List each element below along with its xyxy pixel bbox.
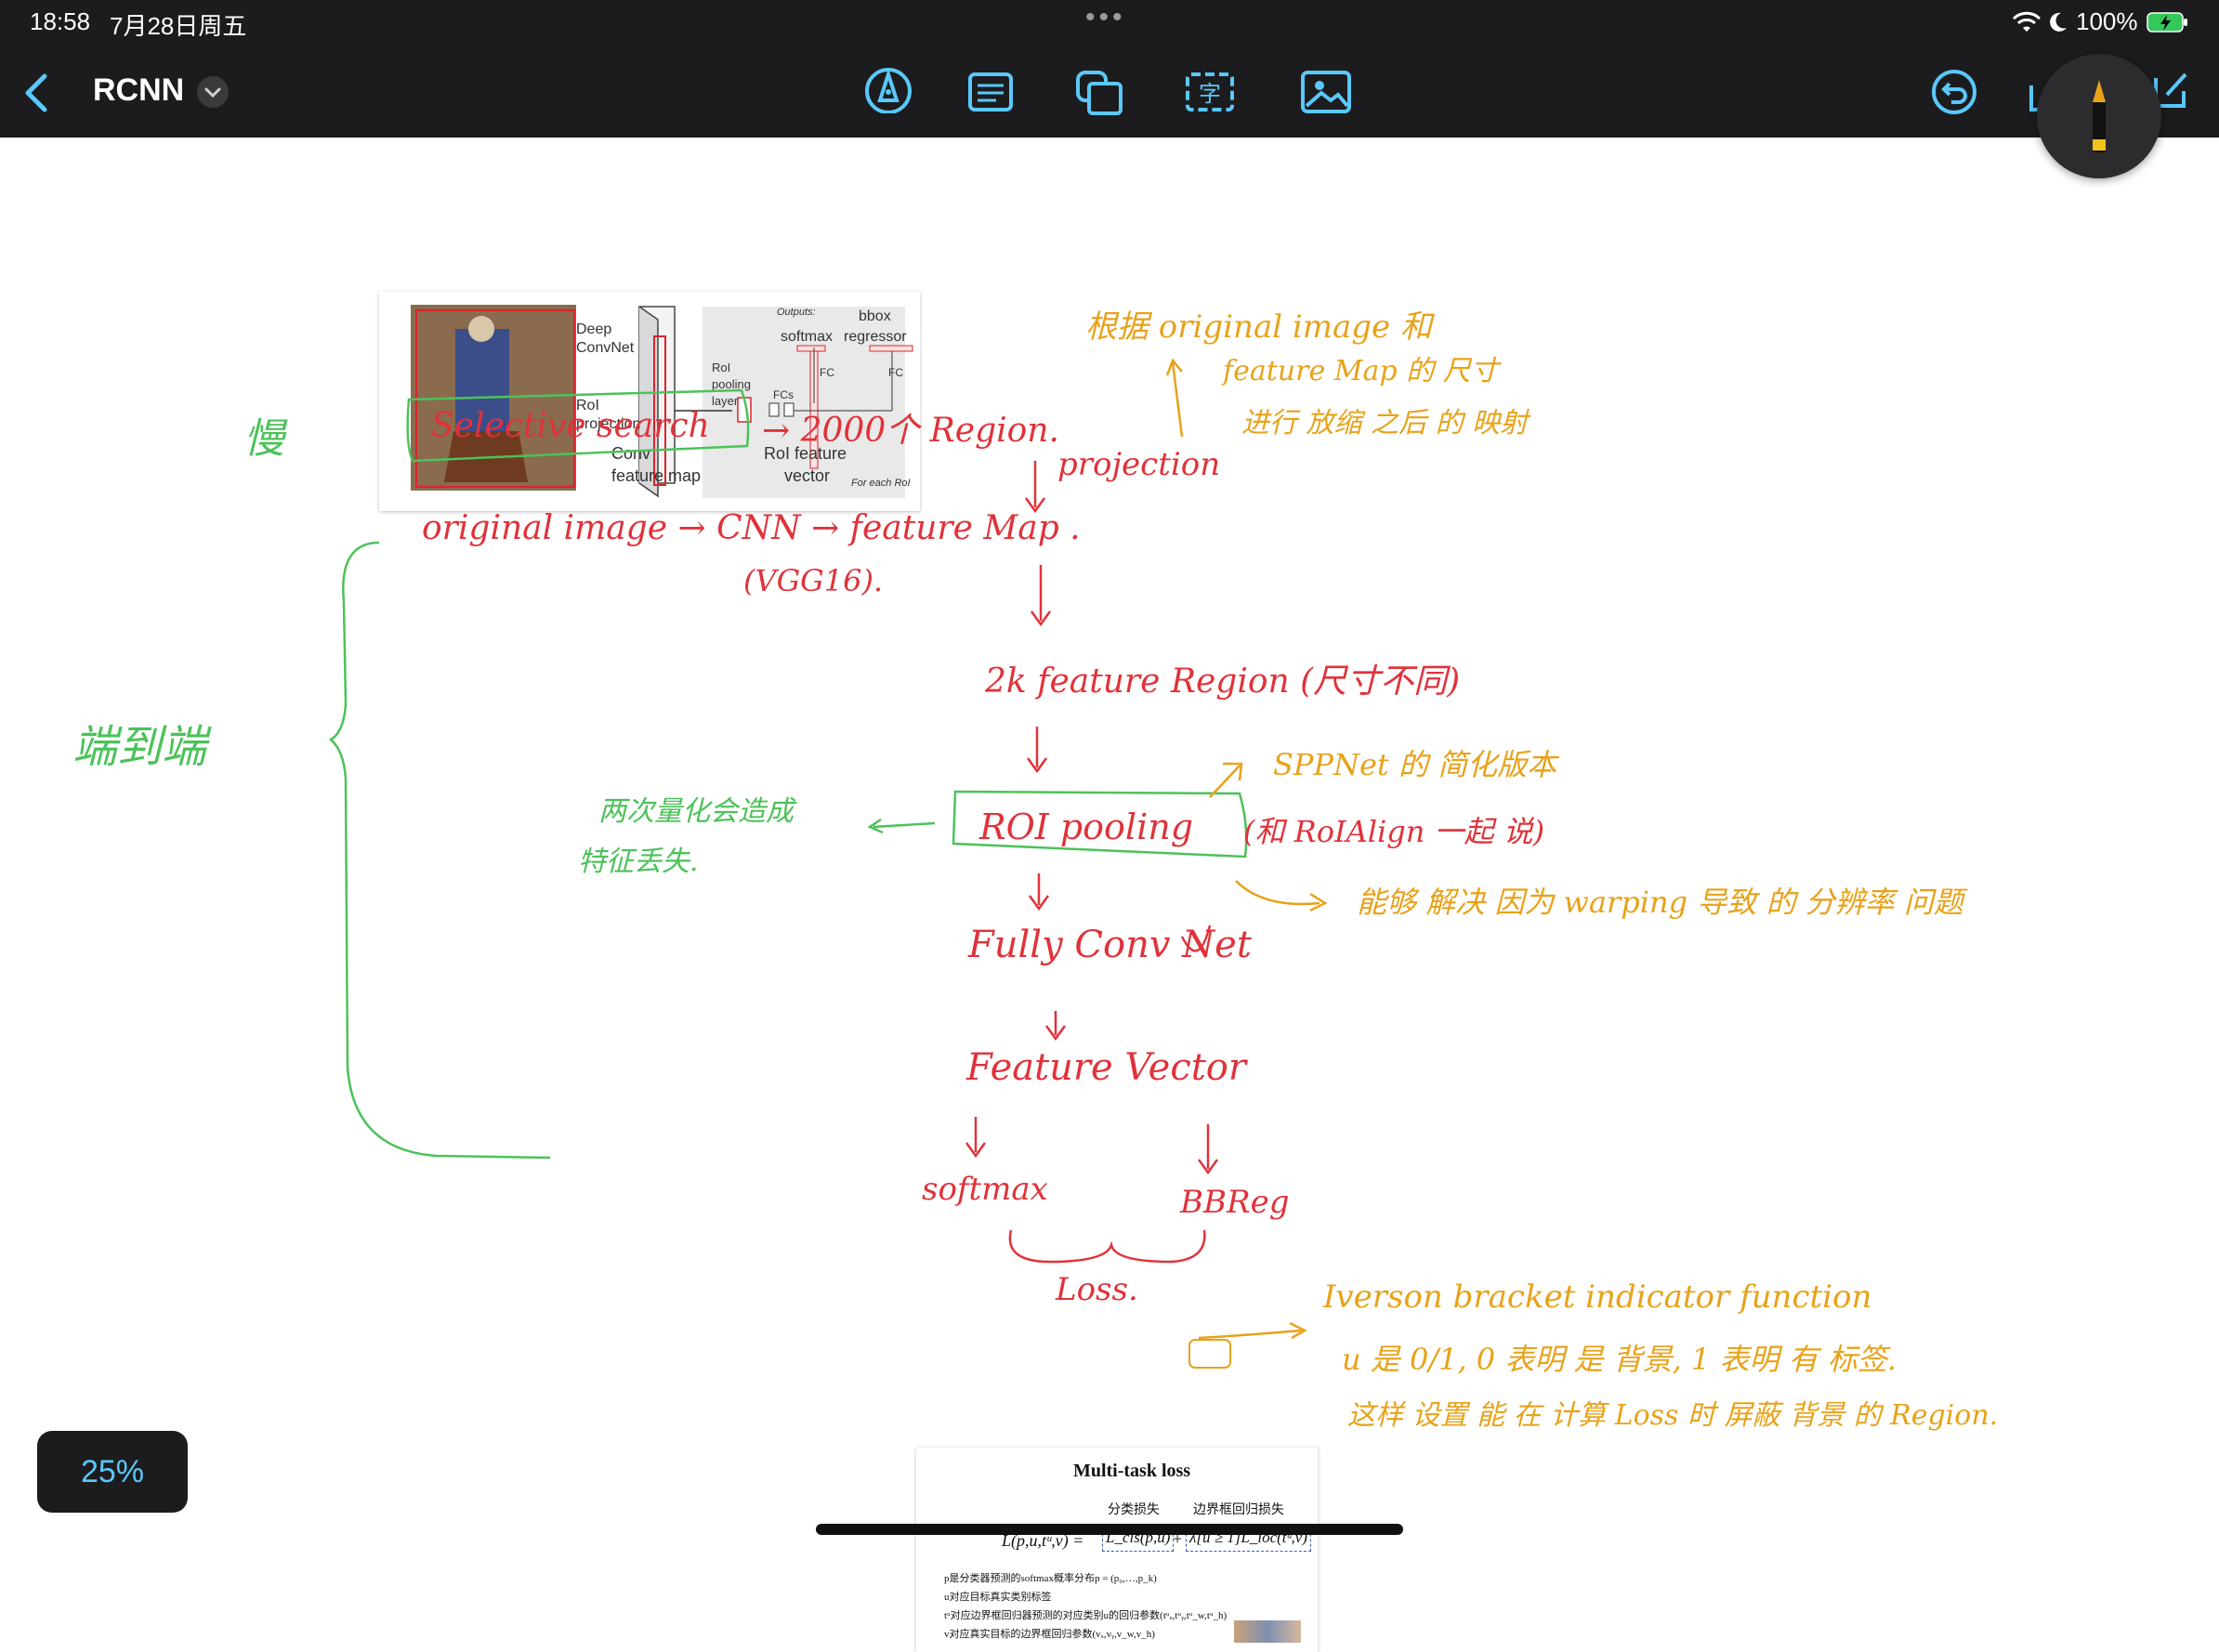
diagram-label: vector [784,466,831,485]
diagram-label: Deep [576,321,612,337]
diagram-label: FCs [773,388,794,401]
note-roi-align: (和 RoIAlign 一起 说) [1243,814,1545,849]
note-pipeline-cnn: original image → CNN → feature Map . [422,509,1081,547]
formula-thumbnail-strip [1234,1620,1301,1643]
note-scaled-mapping: 进行 放缩 之后 的 映射 [1241,407,1529,439]
text-recognition-icon[interactable]: 字 [1184,71,1236,119]
note-iverson: Iverson bracket indicator function [1323,1278,1872,1316]
note-2000-region: → 2000个 Region. [762,412,1059,450]
formula-desc: u对应目标真实类别标签 [944,1592,1052,1603]
home-indicator[interactable] [816,1524,1403,1535]
pen-tool-icon[interactable] [862,65,914,113]
note-projection-basis: 根据 original image 和 [1085,308,1432,346]
document-title[interactable]: RCNN [93,72,184,109]
formula-desc: v对应真实目标的边界框回归参数(vₓ,vᵧ,v_w,v_h) [944,1629,1155,1640]
status-date: 7月28日周五 [110,12,247,40]
note-end-to-end: 端到端 [72,721,207,773]
diagram-label: FC [888,366,903,379]
back-chevron-icon[interactable] [20,71,52,115]
note-u-indicator: u 是 0/1, 0 表明 是 背景, 1 表明 有 标签. [1342,1342,1897,1377]
undo-icon[interactable] [1929,67,1981,115]
note-softmax: softmax [922,1171,1048,1208]
diagram-label: bbox [859,308,891,324]
status-time: 18:58 [30,7,91,35]
diagram-label: FC [820,366,834,379]
diagram-label: ConvNet [576,340,635,356]
wifi-icon [2013,11,2041,32]
note-slow: 慢 [243,415,284,463]
note-roi-pooling: ROI pooling [979,806,1194,847]
diagram-label: softmax [781,329,834,345]
formula-cls-label: 分类损失 [1108,1503,1160,1517]
note-vgg16: (VGG16). [743,563,884,598]
diagram-label: RoI [712,361,731,374]
diagram-label: pooling [712,377,751,391]
formula-desc: tᵘ对应边界框回归器预测的对应类别u的回归参数(tᵘₓ,tᵘᵧ,tᵘ_w,tᵘ_… [944,1610,1228,1621]
diagram-label: layer [712,394,739,408]
diagram-label: regressor [844,329,907,345]
note-selective-search: Selective search [431,407,710,445]
note-sppnet: SPPNet 的 简化版本 [1273,747,1557,782]
battery-icon [2147,12,2187,33]
diagram-label: Conv [611,444,651,463]
note-feature-loss: 特征丢失. [578,846,699,878]
svg-text:字: 字 [1199,81,1221,107]
shapes-icon[interactable] [1074,69,1126,117]
note-projection: projection [1057,446,1221,483]
title-menu-button[interactable] [197,76,229,108]
note-fully-conv-net: Fully Conv Net [968,924,1252,966]
diagram-label: feature map [611,466,702,485]
moon-icon [2050,12,2067,32]
formula-desc: p是分类器预测的softmax概率分布p = (p₀,…,p_k) [944,1573,1157,1584]
zoom-level-badge[interactable]: 25% [37,1431,188,1513]
note-2k-region: 2k feature Region (尺寸不同) [985,662,1461,701]
formula-title: Multi-task loss [1072,1461,1191,1481]
note-feature-map-size: feature Map 的 尺寸 [1223,355,1499,387]
top-toolbar: 18:58 7月28日周五 ••• 100% RCNN 字 [0,0,2219,178]
battery-percent: 100% [2076,7,2138,35]
chevron-down-icon [204,87,221,98]
formula-loc-label: 边界框回归损失 [1193,1503,1284,1517]
note-canvas[interactable]: Deep ConvNet RoI projection Conv feature… [0,138,2219,1652]
diagram-label: Outputs: [777,307,816,318]
note-mask-background: 这样 设置 能 在 计算 Loss 时 屏蔽 背景 的 Region. [1347,1399,1999,1432]
diagram-label: For each RoI [851,478,911,489]
note-warping: 能够 解决 因为 warping 导致 的 分辨率 问题 [1357,885,1963,920]
fast-rcnn-diagram-image[interactable]: Deep ConvNet RoI projection Conv feature… [379,292,920,511]
note-bbreg: BBReg [1180,1184,1290,1221]
multi-task-loss-image[interactable]: Multi-task loss 分类损失 边界框回归损失 L(p,u,tᵘ,v)… [916,1448,1318,1652]
note-quantization: 两次量化会造成 [598,795,794,828]
image-icon[interactable] [1299,69,1351,117]
multitask-dots[interactable]: ••• [1085,2,1126,33]
note-loss: Loss. [1056,1271,1138,1308]
text-block-icon[interactable] [966,71,1018,119]
note-feature-vector: Feature Vector [966,1046,1246,1089]
